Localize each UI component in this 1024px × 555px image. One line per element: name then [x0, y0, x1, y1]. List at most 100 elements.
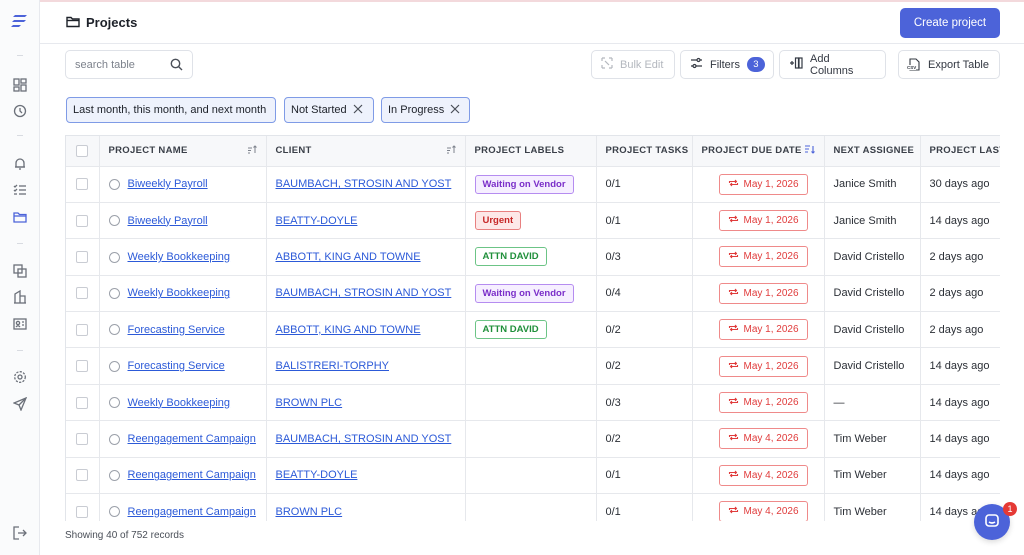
add-columns-button[interactable]: Add Columns — [779, 50, 886, 79]
table-row[interactable]: Weekly Bookkeeping BROWN PLC 0/3 May 1, 202… — [66, 384, 1000, 422]
copy-icon[interactable] — [11, 262, 29, 280]
table-row[interactable]: Weekly Bookkeeping BAUMBACH, STROSIN AND … — [66, 275, 1000, 313]
sort-icon[interactable] — [247, 145, 257, 157]
project-name-link[interactable]: Reengagement Campaign — [128, 469, 256, 481]
due-date-badge[interactable]: May 1, 2026 — [718, 282, 808, 304]
row-checkbox[interactable] — [76, 214, 88, 227]
client-link[interactable]: BROWN PLC — [276, 397, 343, 409]
row-checkbox[interactable] — [76, 251, 88, 264]
client-link[interactable]: BAUMBACH, STROSIN AND YOST — [276, 287, 452, 299]
status-circle-icon[interactable] — [108, 506, 120, 518]
table-row[interactable]: Reengagement Campaign BAUMBACH, STROSIN A… — [66, 420, 1000, 458]
filter-chip-date-range[interactable]: Last month, this month, and next month — [66, 97, 276, 123]
status-circle-icon[interactable] — [108, 178, 120, 190]
close-icon[interactable] — [353, 104, 363, 117]
row-checkbox[interactable] — [76, 469, 88, 482]
client-link[interactable]: BEATTY-DOYLE — [276, 215, 358, 227]
due-date-badge[interactable]: May 1, 2026 — [718, 210, 808, 232]
due-date-badge[interactable]: May 1, 2026 — [718, 355, 808, 377]
status-circle-icon[interactable] — [108, 433, 120, 445]
client-link[interactable]: ABBOTT, KING AND TOWNE — [276, 324, 421, 336]
table-row[interactable]: Reengagement Campaign BEATTY-DOYLE 0/1 May … — [66, 457, 1000, 495]
table-row[interactable]: Forecasting Service BALISTRERI-TORPHY 0/2 M… — [66, 347, 1000, 385]
project-name-link[interactable]: Weekly Bookkeeping — [128, 397, 231, 409]
project-name-link[interactable]: Reengagement Campaign — [128, 506, 256, 518]
row-checkbox[interactable] — [76, 178, 88, 191]
settings-icon[interactable] — [11, 368, 29, 386]
row-checkbox[interactable] — [76, 287, 88, 300]
sort-descending-icon[interactable] — [804, 145, 815, 157]
project-name-link[interactable]: Reengagement Campaign — [128, 433, 256, 445]
row-checkbox[interactable] — [76, 396, 88, 409]
column-header-project-name[interactable]: PROJECT NAME — [99, 136, 267, 167]
table-row[interactable]: Biweekly Payroll BAUMBACH, STROSIN AND YO… — [66, 166, 1000, 203]
checklist-icon[interactable] — [11, 181, 29, 199]
due-date-badge[interactable]: May 1, 2026 — [718, 319, 808, 341]
project-label-tag[interactable]: Urgent — [474, 211, 522, 231]
building-icon[interactable] — [11, 288, 29, 306]
select-all-checkbox[interactable] — [76, 144, 88, 157]
project-label-tag[interactable]: ATTN DAVID — [474, 247, 547, 267]
sort-icon[interactable] — [446, 145, 456, 157]
table-row[interactable]: Biweekly Payroll BEATTY-DOYLE Urgent 0/1 May… — [66, 202, 1000, 240]
project-name-link[interactable]: Weekly Bookkeeping — [128, 287, 231, 299]
client-link[interactable]: BAUMBACH, STROSIN AND YOST — [276, 433, 452, 445]
due-date-badge[interactable]: May 4, 2026 — [718, 464, 808, 486]
table-row[interactable]: Weekly Bookkeeping ABBOTT, KING AND TOWNE… — [66, 238, 1000, 276]
status-circle-icon[interactable] — [108, 287, 120, 299]
client-link[interactable]: ABBOTT, KING AND TOWNE — [276, 251, 421, 263]
column-header-project-due-date[interactable]: PROJECT DUE DATE — [692, 136, 825, 167]
contact-card-icon[interactable] — [11, 315, 29, 333]
project-name-link[interactable]: Weekly Bookkeeping — [128, 251, 231, 263]
row-checkbox[interactable] — [76, 505, 88, 518]
status-circle-icon[interactable] — [108, 397, 120, 409]
row-checkbox[interactable] — [76, 432, 88, 445]
send-icon[interactable] — [11, 395, 29, 413]
due-date-badge[interactable]: May 4, 2026 — [718, 501, 808, 521]
client-link[interactable]: BROWN PLC — [276, 506, 343, 518]
status-circle-icon[interactable] — [108, 215, 120, 227]
due-date-badge[interactable]: May 1, 2026 — [718, 173, 808, 195]
column-header-project-labels[interactable]: PROJECT LABELS — [465, 136, 597, 167]
status-circle-icon[interactable] — [108, 360, 120, 372]
bell-icon[interactable] — [11, 155, 29, 173]
logo-icon[interactable] — [11, 13, 29, 32]
bulk-edit-button[interactable]: Bulk Edit — [591, 50, 675, 79]
project-name-link[interactable]: Forecasting Service — [128, 324, 225, 336]
clock-icon[interactable] — [11, 102, 29, 120]
column-header-project-tasks[interactable]: PROJECT TASKS — [596, 136, 693, 167]
column-header-next-assignee[interactable]: NEXT ASSIGNEE — [824, 136, 921, 167]
project-name-link[interactable]: Biweekly Payroll — [128, 215, 208, 227]
project-tasks-cell: 0/1 — [596, 493, 693, 521]
export-table-button[interactable]: CSV Export Table — [898, 50, 1000, 79]
client-link[interactable]: BAUMBACH, STROSIN AND YOST — [276, 178, 452, 190]
client-link[interactable]: BEATTY-DOYLE — [276, 469, 358, 481]
column-header-project-last[interactable]: PROJECT LAST — [920, 136, 1000, 167]
filters-button[interactable]: Filters 3 — [680, 50, 774, 79]
status-circle-icon[interactable] — [108, 324, 120, 336]
close-icon[interactable] — [450, 104, 460, 117]
folder-icon[interactable] — [11, 208, 29, 226]
next-assignee-cell: Tim Weber — [824, 457, 921, 495]
create-project-button[interactable]: Create project — [900, 8, 1000, 38]
row-checkbox[interactable] — [76, 360, 88, 373]
project-label-tag[interactable]: Waiting on Vendor — [474, 174, 574, 194]
due-date-badge[interactable]: May 1, 2026 — [718, 392, 808, 414]
project-label-tag[interactable]: Waiting on Vendor — [474, 283, 574, 303]
project-name-link[interactable]: Biweekly Payroll — [128, 178, 208, 190]
filter-chip-not-started[interactable]: Not Started — [284, 97, 374, 123]
client-link[interactable]: BALISTRERI-TORPHY — [276, 360, 390, 372]
row-checkbox[interactable] — [76, 323, 88, 336]
status-circle-icon[interactable] — [108, 469, 120, 481]
table-row[interactable]: Reengagement Campaign BROWN PLC 0/1 May 4, … — [66, 493, 1000, 521]
due-date-badge[interactable]: May 4, 2026 — [718, 428, 808, 450]
due-date-badge[interactable]: May 1, 2026 — [718, 246, 808, 268]
table-row[interactable]: Forecasting Service ABBOTT, KING AND TOWN… — [66, 311, 1000, 349]
logout-icon[interactable] — [11, 524, 29, 542]
column-header-client[interactable]: CLIENT — [266, 136, 466, 167]
status-circle-icon[interactable] — [108, 251, 120, 263]
filter-chip-in-progress[interactable]: In Progress — [381, 97, 470, 123]
project-label-tag[interactable]: ATTN DAVID — [474, 320, 547, 340]
dashboard-icon[interactable] — [11, 76, 29, 94]
project-name-link[interactable]: Forecasting Service — [128, 360, 225, 372]
